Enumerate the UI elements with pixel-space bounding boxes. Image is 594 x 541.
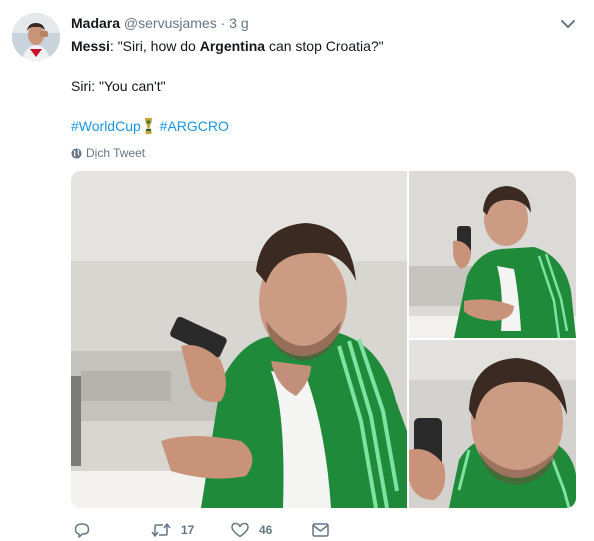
chevron-down-icon[interactable] — [560, 17, 576, 31]
tweet-text: Messi: "Siri, how do Argentina can stop … — [71, 36, 571, 136]
envelope-icon — [312, 523, 329, 537]
tweet-timestamp[interactable]: 3 g — [229, 15, 248, 31]
separator-dot: · — [220, 15, 226, 31]
direct-message-button[interactable] — [312, 520, 329, 540]
reply-icon — [74, 523, 90, 538]
question-end: can stop Croatia?" — [265, 38, 384, 54]
tweet-actions: 17 46 — [71, 520, 576, 540]
media-grid — [71, 171, 576, 508]
bold-argentina: Argentina — [199, 38, 266, 54]
translate-tweet-link[interactable]: Dịch Tweet — [71, 145, 145, 161]
retweet-icon — [151, 523, 171, 537]
hashtag-worldcup[interactable]: #WorldCup — [71, 118, 141, 134]
tweet-header: Madara @servusjames · 3 g — [71, 14, 249, 32]
heart-icon — [231, 522, 249, 538]
speaker-name: Messi — [71, 38, 110, 54]
like-button[interactable]: 46 — [231, 520, 272, 540]
translate-label: Dịch Tweet — [86, 146, 146, 160]
tweet-hashtags: #WorldCup #ARGCRO — [71, 116, 571, 136]
author-name[interactable]: Madara — [71, 15, 120, 31]
tweet-line-question: Messi: "Siri, how do Argentina can stop … — [71, 36, 571, 56]
photo-bottom-right[interactable] — [409, 340, 576, 508]
photo-main[interactable] — [71, 171, 407, 508]
avatar[interactable] — [12, 13, 60, 61]
tweet: Madara @servusjames · 3 g Messi: "Siri, … — [0, 0, 594, 541]
trophy-icon — [144, 118, 153, 134]
retweet-count: 17 — [181, 523, 195, 537]
photo-top-right[interactable] — [409, 171, 576, 338]
hashtag-argcro[interactable]: #ARGCRO — [160, 118, 229, 134]
tweet-line-answer: Siri: "You can't" — [71, 78, 166, 94]
reply-button[interactable] — [74, 520, 90, 540]
retweet-button[interactable]: 17 — [151, 520, 194, 540]
globe-icon — [71, 147, 82, 159]
author-handle[interactable]: @servusjames — [124, 15, 217, 31]
like-count: 46 — [259, 523, 273, 537]
question-start: : "Siri, how do — [109, 38, 200, 54]
